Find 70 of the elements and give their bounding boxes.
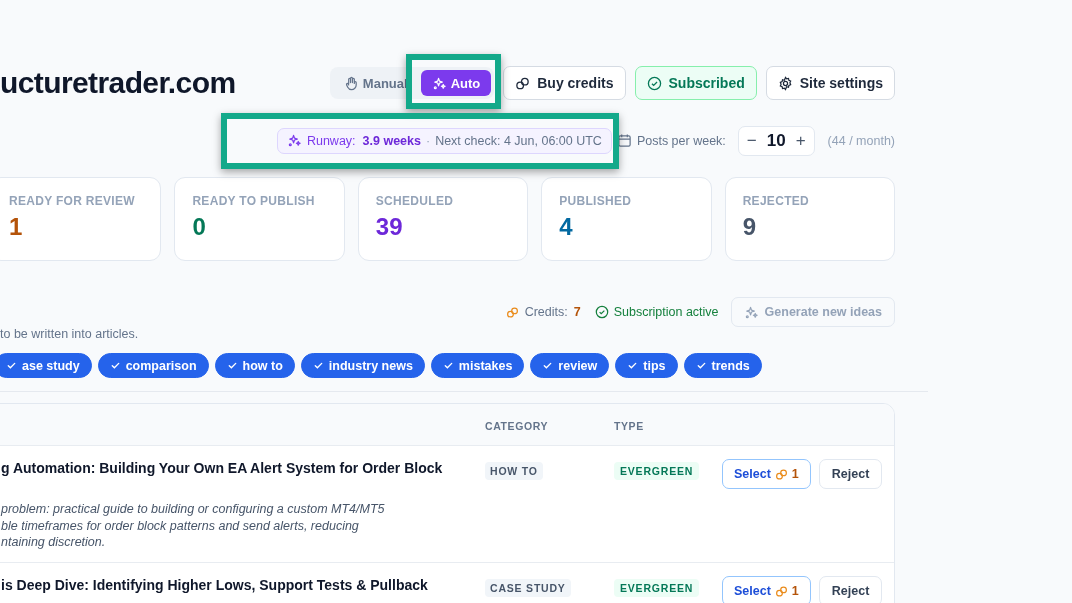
credits-label: Credits: xyxy=(524,305,568,319)
monthly-count: (44 / month) xyxy=(827,133,895,148)
credits-value: 7 xyxy=(573,305,581,319)
filter-chip[interactable]: tips xyxy=(615,353,678,378)
hand-icon xyxy=(343,75,359,91)
stat-label: REJECTED xyxy=(742,194,811,208)
sparkles-icon xyxy=(431,75,447,91)
filter-chip[interactable]: trends xyxy=(683,353,762,378)
check-icon xyxy=(312,360,324,371)
category-tag: HOW TO xyxy=(485,462,543,480)
check-icon xyxy=(542,360,554,371)
column-header: CATEGORY xyxy=(485,418,550,432)
site-title: ucturetrader.com xyxy=(0,67,236,99)
posts-per-week-label: Posts per week: xyxy=(636,133,726,148)
filter-chip[interactable]: ase study xyxy=(0,353,92,378)
subscribed-button[interactable]: Subscribed xyxy=(634,66,757,100)
separator-dot: · xyxy=(425,133,431,148)
reject-button[interactable]: Reject xyxy=(818,459,883,489)
check-icon xyxy=(226,360,238,371)
idea-description: problem: practical guide to building or configuring a custom MT4/MT5 ble timeframes for order block patterns and send alerts, reducing ntaining discretion. xyxy=(1,501,386,551)
type-tag: EVERGREEN xyxy=(614,462,700,480)
buy-credits-button[interactable]: Buy credits xyxy=(503,66,626,100)
check-icon xyxy=(109,360,121,371)
stat-value: 9 xyxy=(742,213,757,241)
reject-button[interactable]: Reject xyxy=(818,576,883,603)
runway-value: 3.9 weeks xyxy=(362,133,421,148)
stat-label: READY FOR REVIEW xyxy=(9,194,136,208)
filter-chip[interactable]: how to xyxy=(214,353,295,378)
increment-button[interactable]: + xyxy=(793,130,808,151)
stat-value: 4 xyxy=(559,213,574,241)
idea-title: g Automation: Building Your Own EA Alert System for Order Block xyxy=(1,459,444,477)
check-circle-icon xyxy=(594,305,609,319)
posts-value: 10 xyxy=(766,130,786,151)
coins-icon xyxy=(774,584,788,598)
stat-label: READY TO PUBLISH xyxy=(192,194,316,208)
site-settings-button[interactable]: Site settings xyxy=(765,66,895,100)
next-check-text: Next check: 4 Jun, 06:00 UTC xyxy=(435,133,602,148)
stat-value: 39 xyxy=(375,213,404,241)
coins-icon xyxy=(515,75,531,91)
subscription-status: Subscription active xyxy=(613,305,719,319)
calendar-icon xyxy=(616,133,632,148)
mode-tab[interactable]: Manual xyxy=(332,70,419,96)
runway-label: Runway: xyxy=(306,133,356,148)
coins-icon xyxy=(505,305,519,319)
settings-icon xyxy=(777,75,793,91)
filter-chip[interactable]: mistakes xyxy=(430,353,525,378)
intro-text: to be written into articles. xyxy=(0,327,140,341)
check-icon xyxy=(442,360,454,371)
stat-value: 1 xyxy=(9,213,24,241)
sparkles-icon xyxy=(743,304,759,320)
sparkles-icon xyxy=(286,133,302,148)
decrement-button[interactable]: − xyxy=(744,130,759,151)
column-header: TYPE xyxy=(614,418,645,432)
mode-tab[interactable]: Auto xyxy=(420,70,492,96)
idea-title: is Deep Dive: Identifying Higher Lows, Support Tests & Pullback xyxy=(1,576,429,594)
check-icon xyxy=(695,360,707,371)
category-tag: CASE STUDY xyxy=(485,579,571,597)
filter-chip[interactable]: industry news xyxy=(300,353,425,378)
select-button[interactable]: Select 1 xyxy=(722,459,811,489)
stat-value: 0 xyxy=(192,213,207,241)
check-circle-icon xyxy=(646,75,662,91)
type-tag: EVERGREEN xyxy=(614,579,700,597)
select-button[interactable]: Select 1 xyxy=(722,576,811,603)
filter-chip[interactable]: comparison xyxy=(97,353,209,378)
stat-label: SCHEDULED xyxy=(375,194,455,208)
filter-chip[interactable]: review xyxy=(530,353,610,378)
coins-icon xyxy=(774,467,788,481)
check-icon xyxy=(627,360,639,371)
stat-label: PUBLISHED xyxy=(559,194,633,208)
check-icon xyxy=(6,360,17,371)
